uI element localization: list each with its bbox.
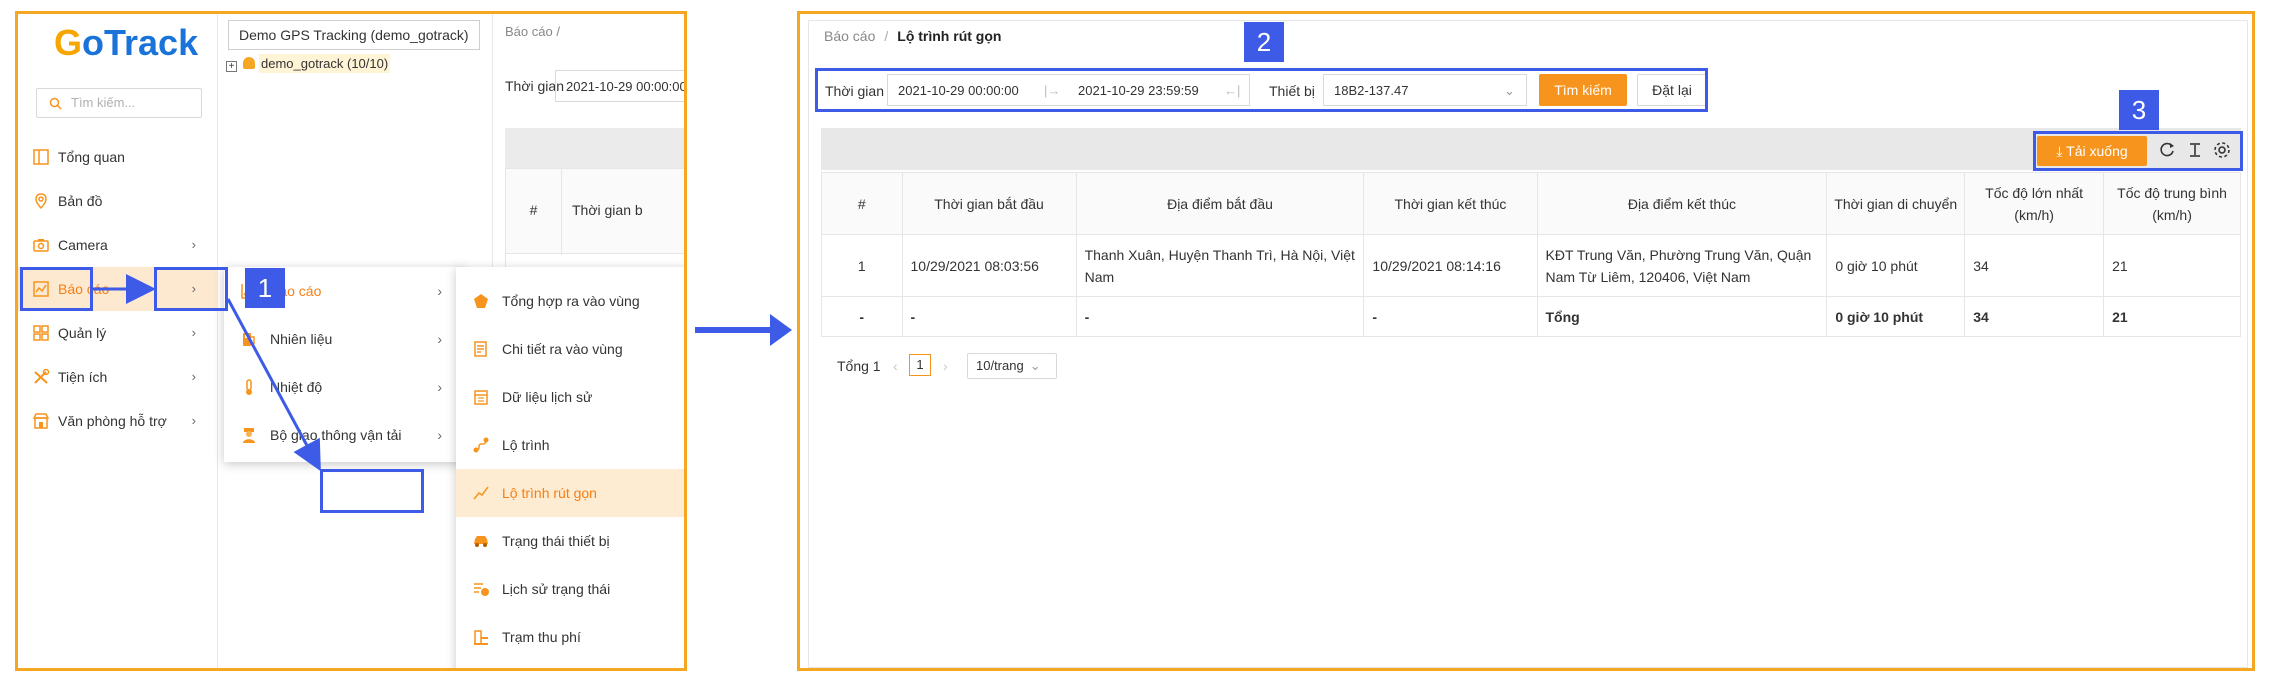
cell-end-place: KĐT Trung Văn, Phường Trung Văn, Quận Na… [1536, 234, 1828, 297]
page-size-select[interactable]: 10/trang ⌄ [967, 353, 1057, 379]
col-header-avg-speed: Tốc độ trung bình (km/h) [2103, 172, 2241, 235]
page-size-value: 10/trang [976, 358, 1024, 373]
table-toolbar [821, 128, 2241, 170]
col-header-duration: Thời gian di chuyển [1826, 172, 1966, 235]
cell-max-speed: 34 [1964, 234, 2105, 297]
cell-avg-speed: 21 [2103, 234, 2241, 297]
table-summary-row: - - - - Tổng 0 giờ 10 phút 34 21 [821, 296, 2241, 337]
arrow-to-lo-trinh-rut-gon [226, 298, 321, 472]
page-1-button[interactable]: 1 [909, 354, 931, 376]
sum-end-time: - [1363, 296, 1538, 337]
breadcrumb-current: Lộ trình rút gọn [897, 28, 1002, 44]
highlight-toolbar [2033, 131, 2243, 171]
prev-page-icon[interactable]: ‹ [893, 358, 898, 374]
col-header-start-time: Thời gian bắt đầu [901, 172, 1077, 235]
cell-duration: 0 giờ 10 phút [1826, 234, 1966, 297]
next-page-icon[interactable]: › [943, 358, 948, 374]
chevron-down-icon: ⌄ [1029, 358, 1041, 373]
cell-index: 1 [821, 234, 903, 297]
col-header-max-speed: Tốc độ lớn nhất (km/h) [1964, 172, 2105, 235]
highlight-filter-bar [815, 68, 1708, 112]
step-badge-3: 3 [2119, 90, 2159, 130]
step-arrows [93, 274, 321, 472]
breadcrumb: Báo cáo / Lộ trình rút gọn [824, 28, 1001, 44]
cell-start-time: 10/29/2021 08:03:56 [901, 234, 1077, 297]
sum-start-time: - [901, 296, 1077, 337]
report-container [808, 20, 2248, 668]
right-screenshot-panel: Báo cáo / Lộ trình rút gọn Thời gian 2021-… [797, 11, 2255, 671]
sum-max-speed: 34 [1964, 296, 2105, 337]
step-badge-2: 2 [1244, 22, 1284, 62]
transition-arrow-icon [695, 314, 792, 346]
col-header-index: # [821, 172, 903, 235]
cell-end-time: 10/29/2021 08:14:16 [1363, 234, 1538, 297]
col-header-start-place: Địa điểm bắt đầu [1075, 172, 1365, 235]
sum-label: Tổng [1536, 296, 1828, 337]
pagination-total: Tổng 1 [837, 358, 881, 374]
col-header-end-place: Địa điểm kết thúc [1536, 172, 1828, 235]
sum-avg-speed: 21 [2103, 296, 2241, 337]
sum-start-place: - [1075, 296, 1365, 337]
sum-duration: 0 giờ 10 phút [1826, 296, 1966, 337]
report-table: # Thời gian bắt đầu Địa điểm bắt đầu Thờ… [821, 172, 2241, 337]
cell-start-place: Thanh Xuân, Huyện Thanh Trì, Hà Nội, Việ… [1075, 234, 1365, 297]
left-screenshot-panel: GoTrack Tìm kiếm... Tổng quan Bản đồ Cam… [15, 11, 687, 671]
col-header-end-time: Thời gian kết thúc [1363, 172, 1538, 235]
breadcrumb-separator: / [884, 28, 889, 44]
table-header-row: # Thời gian bắt đầu Địa điểm bắt đầu Thờ… [821, 172, 2241, 235]
table-row: 1 10/29/2021 08:03:56 Thanh Xuân, Huyện … [821, 234, 2241, 297]
breadcrumb-parent[interactable]: Báo cáo [824, 28, 875, 44]
sum-index: - [821, 296, 903, 337]
